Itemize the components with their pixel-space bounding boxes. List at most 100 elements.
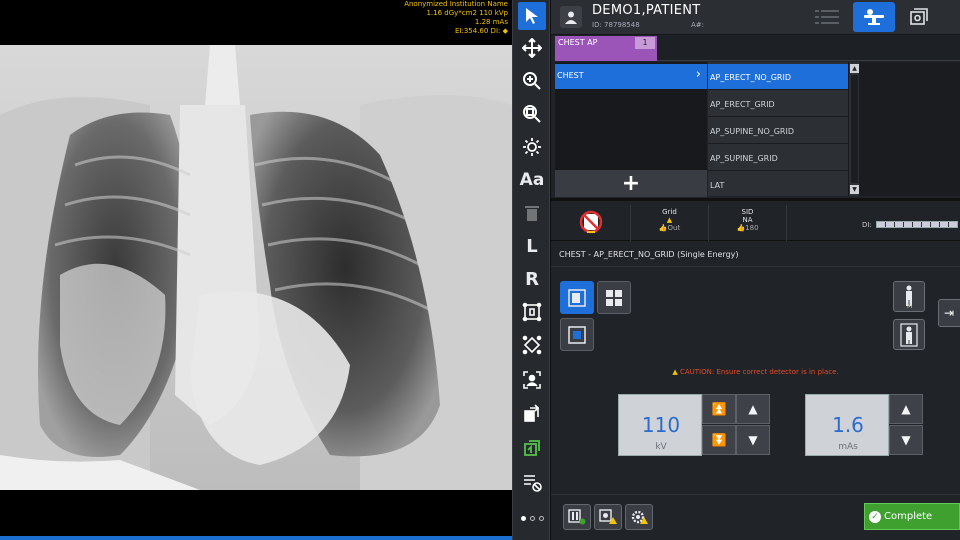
kv-fast-up-button[interactable]: ⏫ [702, 394, 736, 424]
thumbs-up-icon: 👍 [736, 224, 746, 232]
side-expand-tab[interactable]: ⇥ [938, 299, 960, 327]
view-item[interactable]: LAT [708, 172, 848, 196]
caution-message: ▲ CAUTION: Ensure correct detector is in… [551, 368, 960, 376]
trash-icon [525, 206, 539, 221]
viewer-bottom-border [0, 536, 512, 540]
patient-avatar[interactable] [560, 6, 582, 28]
settings-green-icon [568, 509, 586, 525]
empty-area [859, 62, 960, 196]
view-item[interactable]: AP_ERECT_GRID [708, 91, 848, 117]
complete-exam-button[interactable]: ✓ Complete [864, 503, 960, 530]
mas-value-box[interactable]: 1.6 mAs [805, 394, 889, 456]
move-arrows-icon [522, 38, 542, 58]
ei-di-readout: EI:354.60 DI: [454, 27, 501, 35]
patient-position-frame-button[interactable] [893, 319, 925, 350]
text-aa-icon: Aa [519, 170, 545, 190]
add-exam-button[interactable]: + [555, 170, 707, 197]
sid-status[interactable]: SID NA 👍180 [709, 205, 787, 241]
triangle-up-icon: ▲ [748, 402, 758, 416]
grid-four-icon [606, 289, 622, 306]
exposure-settings-button[interactable] [563, 504, 591, 530]
accession-number: A#: [691, 21, 705, 29]
brightness-tool[interactable] [518, 133, 546, 161]
view-item[interactable]: AP_SUPINE_GRID [708, 145, 848, 171]
double-chevron-down-icon: ⏬ [711, 433, 727, 447]
copy-tool[interactable] [518, 400, 546, 428]
scroll-down-icon[interactable]: ▼ [850, 185, 859, 194]
pointer-tool[interactable] [518, 2, 546, 30]
body-part-label: CHEST [557, 71, 584, 80]
page-dot-1[interactable] [521, 516, 526, 521]
worklist-button[interactable] [815, 8, 839, 26]
view-item[interactable]: AP_SUPINE_NO_GRID [708, 118, 848, 144]
triangle-down-icon: ▼ [748, 433, 758, 447]
kv-value-box[interactable]: 110 kV [618, 394, 702, 456]
detector-wall-button[interactable] [560, 281, 594, 314]
institution-name: Anonymized Institution Name [404, 0, 508, 8]
kv-up-button[interactable]: ▲ [736, 394, 770, 424]
grid-status[interactable]: Grid ▲ 👍Out [631, 205, 709, 241]
deviation-index-bar [876, 221, 958, 228]
exam-table-button[interactable] [853, 2, 895, 32]
mas-readout: 1.28 mAs [474, 18, 508, 26]
exam-tab-label: CHEST AP [558, 38, 598, 47]
image-info-overlay: Anonymized Institution Name 1.16 dGy*cm2… [404, 0, 508, 36]
di-label: DI: [862, 221, 872, 229]
no-detector-icon [579, 210, 603, 234]
left-marker-tool[interactable]: L [518, 232, 546, 260]
view-list-scrollbar[interactable]: ▲ ▼ [848, 62, 859, 196]
image-viewer[interactable]: Anonymized Institution Name 1.16 dGy*cm2… [0, 0, 512, 540]
diamond-icon: ◆ [502, 27, 508, 35]
checkmark-icon: ✓ [869, 510, 881, 523]
image-gallery-button[interactable] [907, 6, 931, 28]
person-frame-icon [900, 322, 918, 347]
annotation-text-tool[interactable]: Aa [518, 166, 546, 194]
patient-id: ID: 78798548 [592, 21, 640, 29]
image-warning-button[interactable] [594, 504, 622, 530]
sid-na: NA [742, 216, 753, 224]
flip-frame-icon [522, 335, 542, 355]
exam-tab-chest-ap[interactable]: CHEST AP 1 [555, 36, 657, 61]
flip-tool[interactable] [518, 331, 546, 359]
delete-tool[interactable] [518, 199, 546, 227]
pan-tool[interactable] [518, 34, 546, 62]
patient-position-standing-button[interactable]: M [893, 281, 925, 312]
detector-grid-button[interactable] [597, 281, 631, 314]
restore-green-icon [524, 440, 540, 456]
warning-triangle-icon: ▲ [672, 368, 678, 376]
image-warning-icon [599, 509, 617, 524]
patient-view-tool[interactable] [518, 366, 546, 394]
protocol-title: CHEST - AP_ERECT_NO_GRID (Single Energy) [559, 250, 739, 259]
mas-up-button[interactable]: ▲ [889, 394, 923, 424]
kv-fast-down-button[interactable]: ⏬ [702, 425, 736, 455]
caution-text: CAUTION: Ensure correct detector is in p… [679, 368, 839, 376]
copy-rotate-icon [524, 404, 540, 422]
detector-table-button[interactable] [560, 318, 594, 351]
page-dots[interactable] [521, 516, 544, 521]
detector-status[interactable] [551, 205, 631, 241]
page-dot-3[interactable] [539, 516, 544, 521]
processing-settings-button[interactable] [625, 504, 653, 530]
reject-tool[interactable] [518, 468, 546, 496]
position-label: M [907, 303, 913, 310]
kv-down-button[interactable]: ▼ [736, 425, 770, 455]
restore-tool[interactable] [518, 434, 546, 462]
mas-value: 1.6 [832, 413, 864, 437]
right-marker-tool[interactable]: R [518, 265, 546, 293]
scroll-up-icon[interactable]: ▲ [850, 64, 859, 73]
view-list: AP_ERECT_NO_GRID AP_ERECT_GRID AP_SUPINE… [708, 62, 848, 196]
body-part-chest[interactable]: CHEST › [555, 64, 707, 89]
zoom-in-tool[interactable] [518, 67, 546, 95]
chest-xray-image [0, 45, 512, 490]
device-status-row: Grid ▲ 👍Out SID NA 👍180 DI: [551, 198, 960, 241]
zoom-fit-tool[interactable] [518, 100, 546, 128]
person-frame-icon [523, 371, 541, 389]
acquisition-workstation: Anonymized Institution Name 1.16 dGy*cm2… [0, 0, 960, 540]
mas-down-button[interactable]: ▼ [889, 425, 923, 455]
mas-control: 1.6 mAs ▲ ▼ [805, 394, 925, 456]
scroll-thumb[interactable] [851, 75, 858, 183]
view-item[interactable]: AP_ERECT_NO_GRID [708, 64, 848, 90]
rotate-tool[interactable] [518, 298, 546, 326]
page-dot-2[interactable] [530, 516, 535, 521]
status-spacer [787, 205, 859, 241]
